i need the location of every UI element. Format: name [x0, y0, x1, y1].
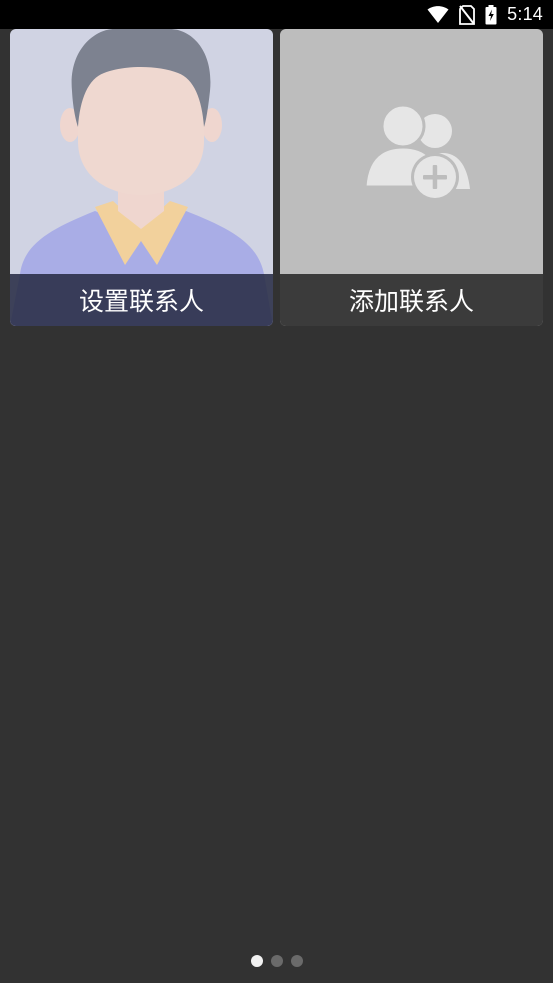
status-icons: 5:14: [427, 0, 543, 29]
set-contact-tile[interactable]: 设置联系人: [10, 29, 273, 326]
page-indicator: [0, 954, 553, 968]
set-contact-label: 设置联系人: [78, 287, 204, 316]
page-dot-3[interactable]: [290, 955, 303, 967]
wifi-icon: [427, 5, 449, 24]
contact-grid: 设置联系人 添加联系人: [10, 29, 543, 326]
page-dot-1[interactable]: [250, 955, 263, 967]
battery-charging-icon: [485, 4, 497, 25]
add-contact-tile[interactable]: 添加联系人: [280, 29, 543, 326]
page-dot-2[interactable]: [270, 955, 283, 967]
add-contact-label-bar: 添加联系人: [280, 274, 543, 326]
no-sim-icon: [459, 4, 476, 25]
status-time: 5:14: [507, 4, 543, 24]
status-bar: 5:14: [0, 0, 553, 29]
add-contact-label: 添加联系人: [348, 287, 474, 316]
set-contact-label-bar: 设置联系人: [10, 274, 273, 326]
